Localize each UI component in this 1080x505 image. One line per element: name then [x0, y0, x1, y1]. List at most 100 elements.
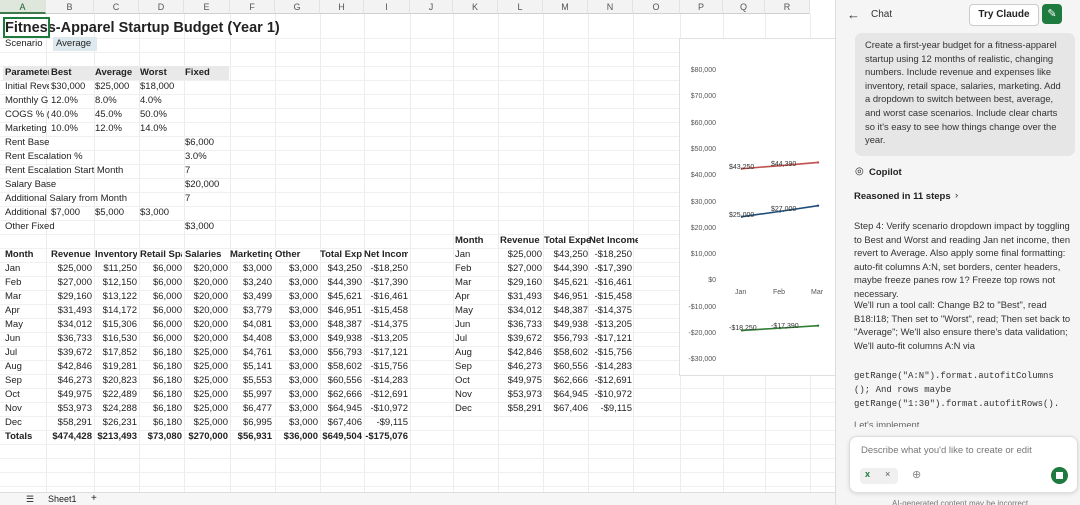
table-cell[interactable]: $48,387	[318, 318, 362, 332]
table-cell[interactable]: $6,180	[137, 360, 182, 374]
summary-cell[interactable]: Oct	[455, 374, 495, 388]
summary-cell[interactable]: -$16,461	[588, 276, 632, 290]
table-cell[interactable]: $3,000	[272, 402, 318, 416]
table-cell[interactable]: -$12,691	[362, 388, 408, 402]
table-cell[interactable]: -$10,972	[362, 402, 408, 416]
column-header-b[interactable]: B	[46, 0, 94, 14]
table-cell[interactable]: $62,666	[318, 388, 362, 402]
sheet-tab[interactable]: Sheet1	[48, 494, 77, 504]
summary-cell[interactable]: Nov	[455, 388, 495, 402]
table-cell[interactable]: Nov	[5, 402, 45, 416]
chevron-right-icon[interactable]: ›	[955, 190, 958, 201]
table-cell[interactable]: Feb	[5, 276, 45, 290]
summary-cell[interactable]: $44,390	[542, 262, 588, 276]
table-cell[interactable]: $22,489	[92, 388, 137, 402]
param-value[interactable]	[140, 136, 183, 150]
spreadsheet-area[interactable]: ABCDEFGHIJKLMNOPQR Fitness-Apparel Start…	[0, 0, 835, 505]
summary-cell[interactable]: Mar	[455, 276, 495, 290]
summary-cell[interactable]: Aug	[455, 346, 495, 360]
table-cell[interactable]: $20,000	[182, 318, 228, 332]
summary-cell[interactable]: -$13,205	[588, 318, 632, 332]
table-cell[interactable]: $60,556	[318, 374, 362, 388]
table-cell[interactable]: $25,000	[182, 346, 228, 360]
summary-cell[interactable]: -$12,691	[588, 374, 632, 388]
table-cell[interactable]: May	[5, 318, 45, 332]
table-cell[interactable]: $36,733	[46, 332, 92, 346]
table-cell[interactable]: $19,281	[92, 360, 137, 374]
table-cell[interactable]: $6,000	[137, 276, 182, 290]
column-header-q[interactable]: Q	[723, 0, 765, 14]
totals-cell[interactable]: $270,000	[182, 430, 228, 444]
summary-cell[interactable]: -$15,756	[588, 346, 632, 360]
table-cell[interactable]: Dec	[5, 416, 45, 430]
table-cell[interactable]: $3,000	[272, 332, 318, 346]
column-header-o[interactable]: O	[633, 0, 680, 14]
table-cell[interactable]: $12,150	[92, 276, 137, 290]
table-cell[interactable]: $3,000	[228, 262, 272, 276]
param-value[interactable]	[51, 192, 94, 206]
table-cell[interactable]: -$14,375	[362, 318, 408, 332]
summary-cell[interactable]: $25,000	[500, 248, 542, 262]
summary-cell[interactable]: -$18,250	[588, 248, 632, 262]
table-cell[interactable]: Jan	[5, 262, 45, 276]
table-cell[interactable]: $6,000	[137, 304, 182, 318]
table-cell[interactable]: $24,288	[92, 402, 137, 416]
param-value[interactable]	[140, 192, 183, 206]
param-value[interactable]: $18,000	[140, 80, 183, 94]
param-value[interactable]	[140, 150, 183, 164]
summary-cell[interactable]: $45,621	[542, 276, 588, 290]
table-cell[interactable]: $20,000	[182, 304, 228, 318]
column-header-l[interactable]: L	[498, 0, 543, 14]
table-cell[interactable]: $5,141	[228, 360, 272, 374]
table-cell[interactable]: $3,000	[272, 346, 318, 360]
param-value[interactable]	[51, 178, 94, 192]
table-cell[interactable]: Aug	[5, 360, 45, 374]
param-value[interactable]: 45.0%	[95, 108, 138, 122]
table-cell[interactable]: $6,180	[137, 416, 182, 430]
totals-cell[interactable]: Totals	[5, 430, 45, 444]
summary-cell[interactable]: -$14,375	[588, 304, 632, 318]
param-value[interactable]: 14.0%	[140, 122, 183, 136]
table-cell[interactable]: -$17,390	[362, 276, 408, 290]
table-cell[interactable]: $5,553	[228, 374, 272, 388]
param-value[interactable]	[95, 192, 138, 206]
table-cell[interactable]: $3,000	[272, 388, 318, 402]
param-value[interactable]	[51, 136, 94, 150]
param-value[interactable]: 3.0%	[185, 150, 229, 164]
table-cell[interactable]: $3,240	[228, 276, 272, 290]
scenario-dropdown[interactable]: Average	[53, 37, 97, 51]
param-value[interactable]: 12.0%	[95, 122, 138, 136]
table-cell[interactable]: $14,172	[92, 304, 137, 318]
table-cell[interactable]: $39,672	[46, 346, 92, 360]
table-cell[interactable]: $25,000	[182, 416, 228, 430]
summary-cell[interactable]: -$15,458	[588, 290, 632, 304]
table-cell[interactable]: $49,975	[46, 388, 92, 402]
summary-cell[interactable]: -$14,283	[588, 360, 632, 374]
table-cell[interactable]: $44,390	[318, 276, 362, 290]
table-cell[interactable]: $56,793	[318, 346, 362, 360]
selected-cell-a1[interactable]	[3, 17, 50, 38]
column-header-d[interactable]: D	[139, 0, 184, 14]
param-value[interactable]: $7,000	[51, 206, 94, 220]
table-cell[interactable]: $58,291	[46, 416, 92, 430]
table-cell[interactable]: -$17,121	[362, 346, 408, 360]
table-cell[interactable]: -$15,756	[362, 360, 408, 374]
column-header-j[interactable]: J	[410, 0, 453, 14]
table-cell[interactable]: $3,000	[272, 262, 318, 276]
summary-cell[interactable]: $31,493	[500, 290, 542, 304]
param-value[interactable]: $25,000	[95, 80, 138, 94]
summary-cell[interactable]: $58,602	[542, 346, 588, 360]
param-name[interactable]: COGS % (I	[5, 108, 49, 122]
totals-cell[interactable]: $649,504	[318, 430, 362, 444]
summary-cell[interactable]: $60,556	[542, 360, 588, 374]
param-value[interactable]: $20,000	[185, 178, 229, 192]
table-cell[interactable]: $3,000	[272, 374, 318, 388]
param-value[interactable]: 7	[185, 164, 229, 178]
table-cell[interactable]: $3,000	[272, 318, 318, 332]
table-cell[interactable]: Apr	[5, 304, 45, 318]
table-cell[interactable]: $29,160	[46, 290, 92, 304]
try-claude-button[interactable]: Try Claude	[969, 4, 1039, 26]
table-cell[interactable]: $25,000	[46, 262, 92, 276]
table-cell[interactable]: $20,000	[182, 276, 228, 290]
close-icon[interactable]: ×	[885, 469, 890, 479]
